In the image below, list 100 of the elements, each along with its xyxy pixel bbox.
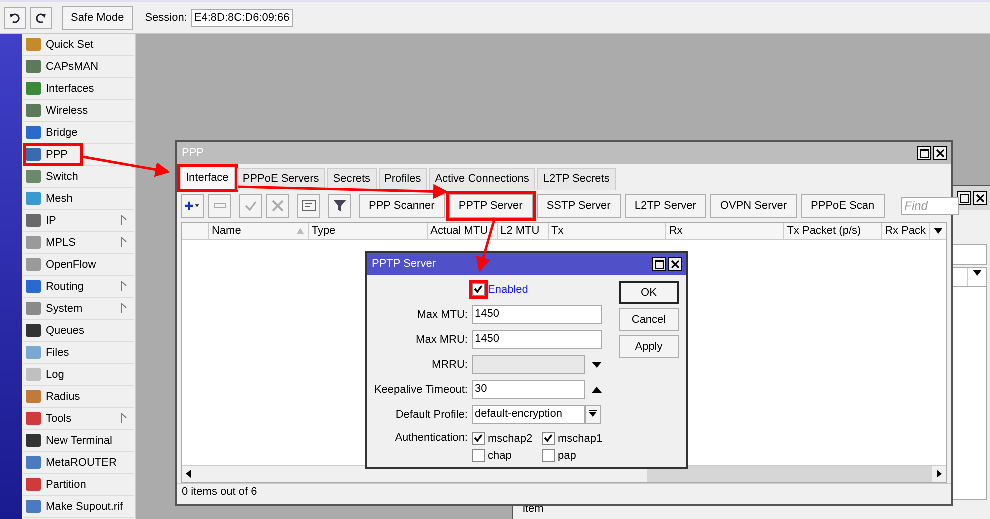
undo-button[interactable]	[4, 6, 26, 28]
input-field[interactable]: default-encryption	[472, 405, 585, 424]
column-header[interactable]: Name	[208, 223, 309, 240]
menu-icon	[26, 280, 41, 293]
input-field[interactable]: 1450	[472, 305, 602, 324]
sort-icon	[296, 228, 304, 234]
safe-mode-button[interactable]: Safe Mode	[62, 6, 134, 30]
menu-item[interactable]: Files	[23, 342, 134, 364]
menu-item[interactable]: Make Supout.rif	[23, 496, 134, 518]
scroll-bar[interactable]	[182, 465, 946, 482]
redo-icon	[35, 12, 47, 24]
checkbox-label: mschap2	[488, 432, 533, 444]
dropdown-icon[interactable]	[972, 270, 982, 276]
menu-icon	[26, 456, 41, 469]
tab[interactable]: Secrets	[327, 168, 377, 190]
close-button[interactable]	[668, 257, 682, 271]
dropdown-icon	[589, 410, 597, 419]
menu-icon	[26, 258, 41, 271]
comment-button[interactable]	[297, 194, 320, 218]
field-label: MRRU:	[430, 358, 469, 370]
tab[interactable]: Profiles	[378, 168, 428, 190]
maximize-button[interactable]	[957, 191, 971, 205]
checkbox-label: Enabled	[488, 284, 528, 296]
find-field[interactable]: Find	[900, 196, 959, 214]
tab[interactable]: Active Connections	[429, 168, 536, 190]
column-header[interactable]: Tx	[548, 223, 666, 240]
checkbox[interactable]	[472, 449, 485, 462]
menu-item[interactable]: Bridge	[23, 122, 134, 144]
checkbox[interactable]	[472, 432, 485, 445]
dropdown-arrow-icon[interactable]	[592, 362, 602, 368]
toolbar-button[interactable]: L2TP Server	[624, 194, 706, 218]
minus-icon	[214, 202, 226, 208]
menu-item[interactable]: MPLS	[23, 232, 134, 254]
menu-item[interactable]: OpenFlow	[23, 254, 134, 276]
menu-item[interactable]: PPP	[23, 144, 134, 166]
menu-icon	[26, 104, 41, 117]
column-header[interactable]: Type	[308, 223, 428, 240]
input-field[interactable]: 30	[472, 380, 585, 399]
maximize-button[interactable]	[652, 257, 666, 271]
collapse-arrow-icon[interactable]	[592, 386, 602, 392]
menu-icon	[26, 346, 41, 359]
cross-icon	[272, 200, 284, 212]
dialog-title: PPTP Server	[372, 258, 436, 270]
dialog-button[interactable]: Cancel	[619, 308, 679, 331]
menu-item[interactable]: Mesh	[23, 188, 134, 210]
menu-icon	[26, 412, 41, 425]
enabled-checkbox[interactable]	[472, 283, 485, 296]
toolbar-button[interactable]: SSTP Server	[536, 194, 621, 218]
session-field: E4:8D:8C:D6:09:66	[191, 8, 293, 26]
column-header[interactable]: Tx Packet (p/s)	[784, 223, 882, 240]
field-label: Default Profile:	[394, 408, 469, 420]
add-button[interactable]	[181, 194, 204, 218]
toolbar-button[interactable]: PPP Scanner	[359, 194, 445, 218]
menu-item[interactable]: System	[23, 298, 134, 320]
toolbar-button[interactable]: PPTP Server	[448, 194, 533, 218]
menu-icon	[26, 390, 41, 403]
menu-icon	[26, 192, 41, 205]
checkbox-label: pap	[558, 450, 576, 462]
filter-button[interactable]	[328, 194, 351, 218]
field-label: Authentication:	[394, 432, 469, 444]
tab[interactable]: L2TP Secrets	[537, 168, 616, 190]
menu-item[interactable]: Tools	[23, 408, 134, 430]
menu-item[interactable]: New Terminal	[23, 430, 134, 452]
dropdown-button[interactable]	[585, 405, 601, 424]
column-header[interactable]: Rx	[666, 223, 784, 240]
menu-icon	[26, 434, 41, 447]
menu-item[interactable]: CAPsMAN	[23, 56, 134, 78]
column-header[interactable]: Actual MTU	[428, 223, 498, 240]
menu-icon	[26, 126, 41, 139]
menu-icon	[26, 368, 41, 381]
menu-item[interactable]: Routing	[23, 276, 134, 298]
redo-button[interactable]	[30, 6, 52, 28]
note-icon	[302, 200, 316, 211]
window-title: PPP	[182, 147, 204, 159]
toolbar-button[interactable]: PPPoE Scan	[801, 194, 885, 218]
menu-item[interactable]: Interfaces	[23, 78, 134, 100]
menu-item[interactable]: Switch	[23, 166, 134, 188]
input-field[interactable]: 1450	[472, 330, 602, 349]
menu-item[interactable]: IP	[23, 210, 134, 232]
menu-item[interactable]: Queues	[23, 320, 134, 342]
checkbox[interactable]	[542, 432, 555, 445]
dialog-button[interactable]: OK	[619, 281, 679, 304]
close-button[interactable]	[973, 191, 987, 205]
field-label: Keepalive Timeout:	[373, 384, 469, 396]
column-header[interactable]: L2 MTU	[498, 223, 549, 240]
column-header[interactable]: Rx Pack	[882, 223, 930, 240]
field-label: Max MTU:	[416, 308, 469, 320]
menu-item[interactable]: Wireless	[23, 100, 134, 122]
maximize-button[interactable]	[917, 146, 931, 160]
toolbar-button[interactable]: OVPN Server	[710, 194, 798, 218]
menu-item[interactable]: Partition	[23, 474, 134, 496]
close-button[interactable]	[933, 146, 947, 160]
menu-icon	[26, 82, 41, 95]
menu-item[interactable]: Quick Set	[23, 34, 134, 56]
dialog-button[interactable]: Apply	[619, 335, 679, 358]
menu-item[interactable]: Radius	[23, 386, 134, 408]
status-text: item	[523, 503, 545, 515]
menu-item[interactable]: MetaROUTER	[23, 452, 134, 474]
menu-item[interactable]: Log	[23, 364, 134, 386]
checkbox[interactable]	[542, 449, 555, 462]
